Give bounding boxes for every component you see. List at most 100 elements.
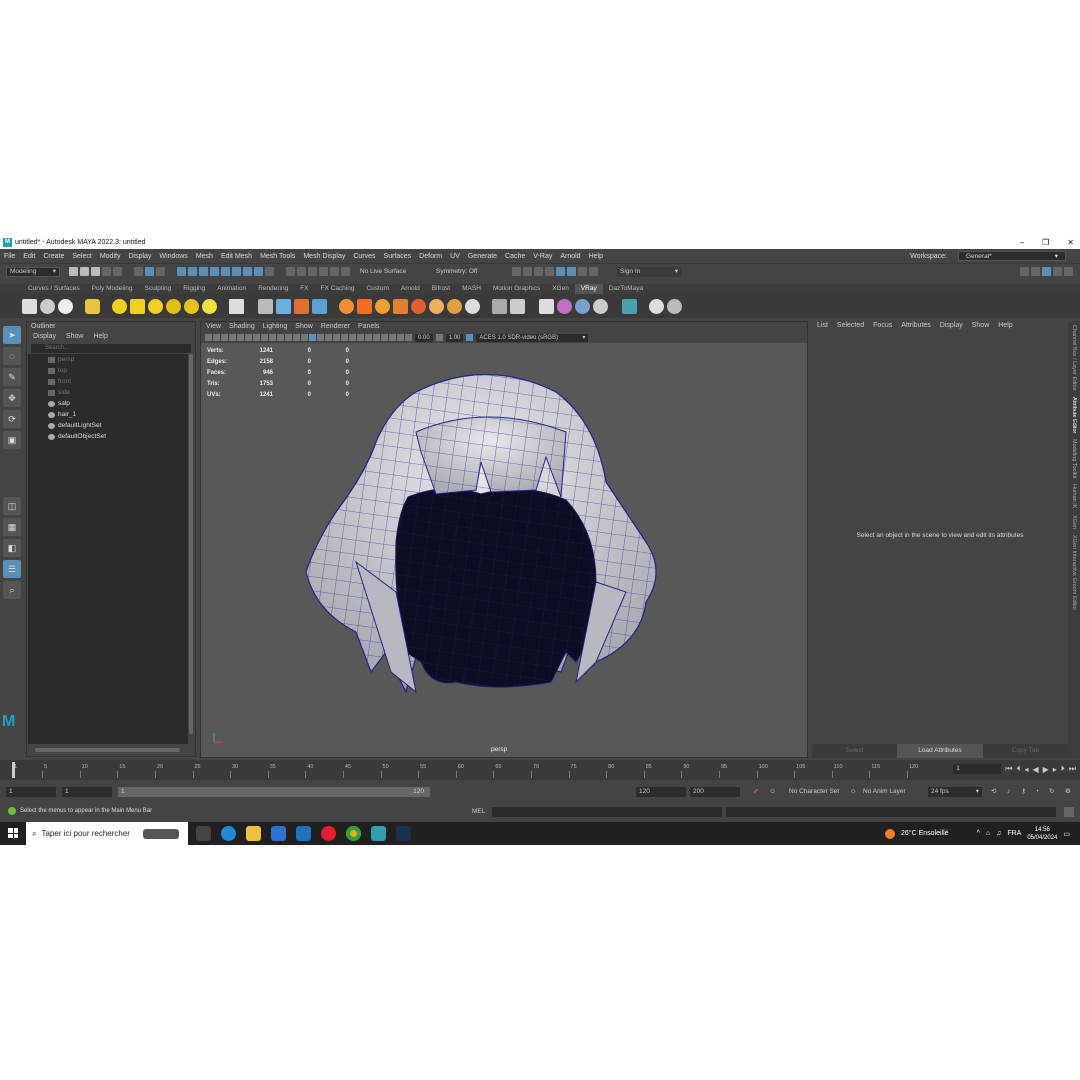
select-by-face-icon[interactable] [199,267,208,276]
lock-selection-icon[interactable] [265,267,274,276]
clock[interactable]: 14:56 05/04/2024 [1027,826,1057,842]
vray-multimatte-shelf-icon[interactable] [575,298,590,314]
outliner-item-hair-1[interactable]: hair_1 [28,409,188,420]
lights-icon[interactable] [325,334,332,341]
motion-blur-icon[interactable] [349,334,356,341]
menu-edit-mesh[interactable]: Edit Mesh [221,253,252,260]
outliner-horizontal-scrollbar[interactable] [35,748,180,752]
opera-icon[interactable] [321,826,336,841]
maya-home-icon[interactable]: M [2,714,22,730]
lasso-tool-icon[interactable]: ◌ [3,347,21,365]
play-backwards-icon[interactable]: ◀ [1032,765,1038,774]
pause-icon[interactable] [589,267,598,276]
mel-label[interactable]: MEL [472,808,485,815]
shelf-tab-custom[interactable]: Custom [360,284,394,294]
vray-proxy-shelf-icon[interactable] [258,298,273,314]
step-forward-frame-icon[interactable]: ▸ [1053,765,1057,774]
shelf-tab-animation[interactable]: Animation [211,284,252,294]
shadows-icon[interactable] [333,334,340,341]
render-settings-icon[interactable] [545,267,554,276]
vray-settings-icon[interactable] [578,267,587,276]
camera-attributes-icon[interactable] [213,334,220,341]
grid-icon[interactable] [237,334,244,341]
menu-mesh[interactable]: Mesh [196,253,213,260]
workspace-dropdown[interactable]: General* ▾ [958,251,1066,261]
attr-menu-list[interactable]: List [817,321,828,331]
menu-arnold[interactable]: Arnold [560,253,580,260]
select-by-curve-icon[interactable] [232,267,241,276]
render-view-icon[interactable] [512,267,521,276]
go-to-end-icon[interactable]: ⏭ [1069,764,1076,774]
vray-render-shelf-icon[interactable] [22,298,37,314]
vray-frame-buffer-shelf-icon[interactable] [58,298,73,314]
time-slider[interactable]: 1 5 10 15 20 25 30 35 40 45 50 55 60 65 70 75 80 85 90 95 10… [0,760,1080,780]
step-back-frame-icon[interactable]: ◂ [1024,765,1028,774]
select-object-icon[interactable] [145,267,154,276]
character-set-dropdown[interactable]: No Character Set [786,787,842,797]
viewport-menu-panels[interactable]: Panels [358,322,379,332]
vray-sun-shelf-icon[interactable] [202,298,217,314]
outliner-item-persp[interactable]: persp [28,354,188,365]
fps-dropdown[interactable]: 24 fps ▾ [928,787,982,797]
bookmark-icon[interactable] [221,334,228,341]
vray-lighting-analysis-shelf-icon[interactable] [557,298,572,314]
vray-ipr-shelf-icon[interactable] [40,298,55,314]
vray-plane-shelf-icon[interactable] [229,298,244,314]
current-time-indicator[interactable] [12,762,15,778]
wireframe-on-shaded-icon[interactable] [309,334,316,341]
notifications-icon[interactable]: ▭ [1063,830,1070,838]
viewport-menu-lighting[interactable]: Lighting [263,322,288,332]
wireframe-icon[interactable] [293,334,300,341]
shelf-tab-fx[interactable]: FX [294,284,314,294]
menu-vray[interactable]: V-Ray [533,253,552,260]
menu-help[interactable]: Help [589,253,603,260]
loop-icon[interactable]: ⟲ [988,787,998,797]
color-management-icon[interactable] [466,334,474,341]
vray-export-shelf-icon[interactable] [622,298,637,314]
ipr-render-icon[interactable] [534,267,543,276]
shelf-tab-rigging[interactable]: Rigging [177,284,211,294]
backface-culling-icon[interactable] [397,334,404,341]
isolate-select-icon[interactable] [373,334,380,341]
menu-display[interactable]: Display [128,253,151,260]
viewport-menu-shading[interactable]: Shading [229,322,255,332]
vray-browser-shelf-icon[interactable] [510,298,525,314]
safe-action-icon[interactable] [277,334,284,341]
attribute-editor-toggle-icon[interactable] [1042,267,1051,276]
animation-start-field[interactable]: 1 [6,787,56,797]
open-scene-icon[interactable] [80,267,89,276]
mail-icon[interactable] [296,826,311,841]
side-tab-xgen[interactable]: XGen [1071,515,1077,529]
select-by-object-icon[interactable] [221,267,230,276]
vray-material-presets-shelf-icon[interactable] [492,298,507,314]
sound-icon[interactable]: ♪ [1004,787,1014,797]
vray-displacement-shelf-icon[interactable] [339,298,354,314]
modeling-toolkit-toggle-icon[interactable] [1020,267,1029,276]
outliner-menu-show[interactable]: Show [66,332,84,342]
language-indicator[interactable]: FRA [1007,830,1021,837]
attr-menu-focus[interactable]: Focus [873,321,892,331]
gamma-icon[interactable] [435,334,443,341]
vray-scene-shelf-icon[interactable] [276,298,291,314]
select-button[interactable]: Select [812,744,898,758]
shelf-tab-bifrost[interactable]: Bifrost [426,284,456,294]
resolution-gate-icon[interactable] [253,334,260,341]
four-view-icon[interactable]: ▦ [3,518,21,536]
animation-end-field[interactable]: 200 [690,787,740,797]
attr-menu-show[interactable]: Show [972,321,990,331]
menuset-dropdown[interactable]: Modeling ▾ [6,266,60,277]
vray-help-shelf-icon[interactable] [649,298,664,314]
shelf-tab-fx-caching[interactable]: FX Caching [315,284,361,294]
menu-file[interactable]: File [4,253,15,260]
xray-joints-icon[interactable] [389,334,396,341]
side-tab-xgen-groom[interactable]: XGen Interactive Groom Editor [1071,535,1077,610]
ambient-occlusion-icon[interactable] [341,334,348,341]
side-tab-human-ik[interactable]: Human IK [1071,484,1077,508]
shelf-tab-xgen[interactable]: XGen [546,284,575,294]
scale-tool-icon[interactable]: ▣ [3,431,21,449]
vray-material-shelf-icon[interactable] [85,298,100,314]
snap-view-icon[interactable] [330,267,339,276]
vray-sphere-light-shelf-icon[interactable] [148,298,163,314]
windows-start-icon[interactable] [8,828,18,838]
step-back-key-icon[interactable]: ⏴ [1016,764,1020,774]
